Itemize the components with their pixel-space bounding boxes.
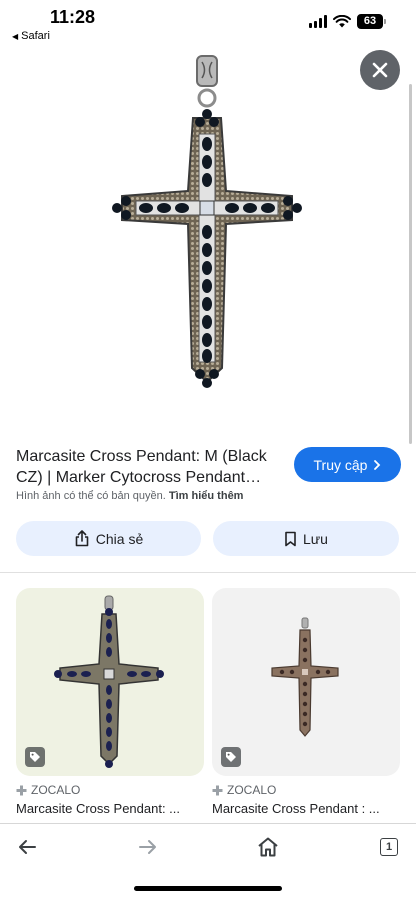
- battery-icon: 63: [357, 14, 386, 29]
- status-bar: 11:28 ◀ Safari 63: [0, 0, 416, 46]
- bookmark-icon: [285, 531, 296, 546]
- share-icon: [75, 530, 89, 547]
- back-app-label: Safari: [21, 30, 50, 42]
- related-thumbnail[interactable]: [16, 588, 204, 776]
- related-source: ZOCALO: [16, 782, 204, 798]
- related-thumbnail[interactable]: [212, 588, 400, 776]
- source-name: ZOCALO: [227, 783, 277, 797]
- source-icon: [212, 785, 223, 795]
- related-title[interactable]: Marcasite Cross Pendant : ...: [212, 801, 400, 816]
- related-card[interactable]: ZOCALO Marcasite Cross Pendant : ...: [212, 588, 400, 816]
- back-to-app-link[interactable]: ◀ Safari: [12, 30, 50, 42]
- related-title[interactable]: Marcasite Cross Pendant: ...: [16, 801, 204, 816]
- learn-more-link[interactable]: Tìm hiểu thêm: [169, 490, 244, 502]
- wifi-icon: [333, 15, 351, 28]
- visit-button[interactable]: Truy cập: [294, 447, 401, 482]
- copyright-notice: Hình ảnh có thể có bản quyền. Tìm hiểu t…: [16, 490, 243, 502]
- arrow-right-icon: [139, 840, 156, 854]
- source-name: ZOCALO: [31, 783, 81, 797]
- cellular-signal-icon: [309, 15, 327, 28]
- image-badge: [221, 747, 241, 767]
- chevron-right-icon: [374, 459, 381, 470]
- battery-level: 63: [357, 14, 383, 29]
- product-title[interactable]: Marcasite Cross Pendant: M (Black CZ) | …: [16, 446, 278, 488]
- section-divider: [0, 572, 416, 573]
- source-icon: [16, 785, 27, 795]
- tabs-button[interactable]: 1: [374, 834, 404, 860]
- close-button[interactable]: [360, 50, 400, 90]
- home-icon: [258, 837, 278, 857]
- save-button[interactable]: Lưu: [213, 521, 399, 556]
- home-button[interactable]: [253, 834, 283, 860]
- status-time: 11:28: [50, 7, 96, 27]
- tag-icon: [30, 752, 40, 762]
- image-badge: [25, 747, 45, 767]
- share-button[interactable]: Chia sẻ: [16, 521, 201, 556]
- product-image[interactable]: [0, 46, 416, 430]
- related-source: ZOCALO: [212, 782, 400, 798]
- save-label: Lưu: [303, 530, 328, 547]
- close-icon: [372, 62, 388, 78]
- back-triangle-icon: ◀: [12, 31, 19, 41]
- browser-toolbar: 1: [0, 823, 416, 900]
- share-label: Chia sẻ: [95, 530, 144, 547]
- visit-label: Truy cập: [313, 456, 368, 473]
- related-card[interactable]: ZOCALO Marcasite Cross Pendant: ...: [16, 588, 204, 816]
- home-indicator: [134, 886, 282, 891]
- copyright-text: Hình ảnh có thể có bản quyền.: [16, 490, 166, 502]
- scroll-indicator: [409, 84, 412, 444]
- tag-icon: [226, 752, 236, 762]
- tabs-icon: 1: [380, 838, 398, 856]
- back-button[interactable]: [12, 834, 42, 860]
- arrow-left-icon: [19, 840, 36, 854]
- status-indicators: 63: [309, 14, 386, 29]
- forward-button[interactable]: [133, 834, 163, 860]
